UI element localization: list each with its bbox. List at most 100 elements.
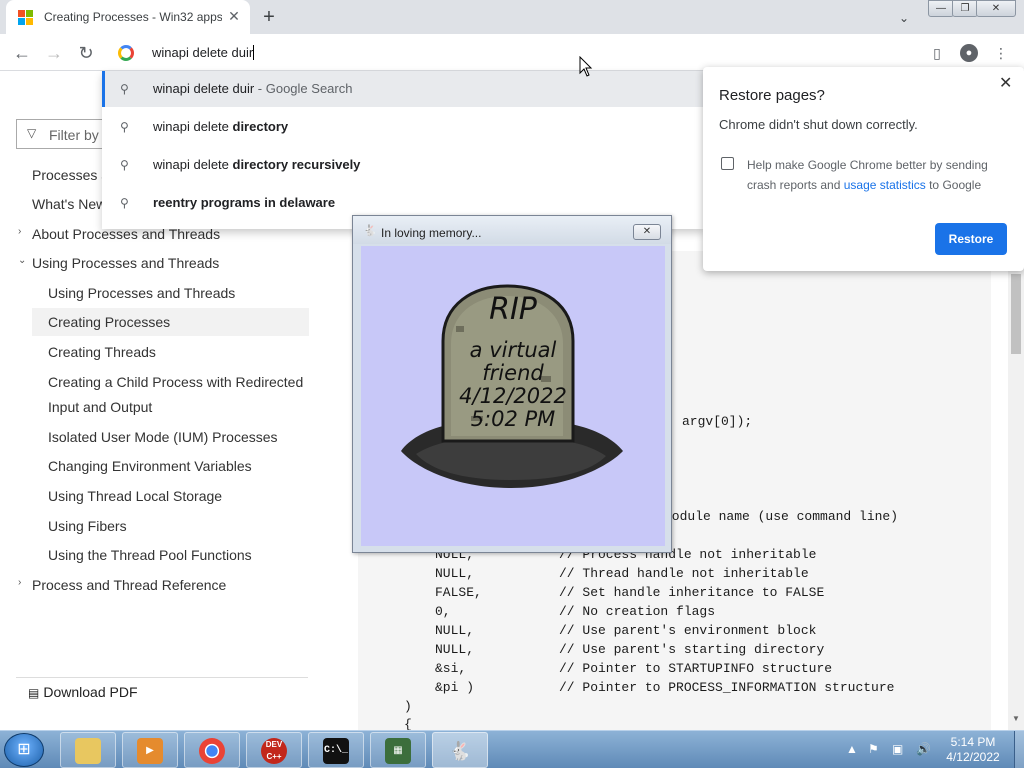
tombstone-date: 4/12/2022 xyxy=(459,384,567,408)
show-desktop-button[interactable] xyxy=(1014,731,1024,768)
suggestion-item[interactable]: ⚲ winapi delete duir - Google Search xyxy=(102,71,704,107)
restore-window-button[interactable]: ❐ xyxy=(952,0,978,17)
address-bar[interactable]: winapi delete duir xyxy=(104,36,924,70)
address-input[interactable]: winapi delete duir xyxy=(152,45,255,60)
restore-button[interactable]: Restore xyxy=(935,223,1007,255)
window-title: In loving memory... xyxy=(381,226,482,240)
new-tab-button[interactable]: + xyxy=(258,6,280,28)
search-icon: ⚲ xyxy=(120,158,129,172)
code-comment: // No creation flags xyxy=(559,604,716,619)
nav-item[interactable]: Changing Environment Variables xyxy=(48,458,252,474)
nav-item[interactable]: Isolated User Mode (IUM) Processes xyxy=(48,429,278,445)
dialog-message: Chrome didn't shut down correctly. xyxy=(719,117,918,132)
omnibox-suggestions: ⚲ winapi delete duir - Google Search ⚲ w… xyxy=(102,71,704,229)
nav-item[interactable]: Creating Threads xyxy=(48,344,156,360)
dialog-title: Restore pages? xyxy=(719,87,825,104)
clock-time: 5:14 PM xyxy=(950,735,996,749)
start-button[interactable]: ⊞ xyxy=(4,733,44,767)
close-button[interactable]: ✕ xyxy=(633,224,661,240)
pdf-icon: ▤ xyxy=(28,686,40,700)
nav-item[interactable]: Processes a xyxy=(32,167,109,183)
memorial-window[interactable]: 🐇 In loving memory... ✕ RIP a virtual fr… xyxy=(352,215,672,553)
tombstone-time: 5:02 PM xyxy=(470,407,556,431)
minimize-button[interactable]: — xyxy=(928,0,954,17)
checkbox-label: Help make Google Chrome better by sendin… xyxy=(747,158,988,192)
taskbar-app-dev-cpp[interactable]: DEV C++ xyxy=(246,732,302,768)
nav-item-continued[interactable]: Input and Output xyxy=(48,399,152,415)
crash-report-checkbox[interactable] xyxy=(721,157,734,170)
reload-button[interactable]: ↻ xyxy=(74,41,98,65)
chrome-icon xyxy=(199,738,225,764)
tab-strip: Creating Processes - Win32 apps ✕ + ⌄ — … xyxy=(0,0,1024,34)
side-panel-icon[interactable]: ▯ xyxy=(926,42,948,64)
nav-item[interactable]: Using Processes and Threads xyxy=(48,285,235,301)
taskbar-app-chrome[interactable] xyxy=(184,732,240,768)
search-icon: ⚲ xyxy=(120,120,129,134)
usage-statistics-link[interactable]: usage statistics xyxy=(844,178,926,192)
google-icon xyxy=(118,45,134,61)
scroll-down-icon[interactable]: ▼ xyxy=(1012,714,1020,723)
nav-item-reference[interactable]: › Process and Thread Reference xyxy=(18,577,226,593)
profile-icon[interactable]: ● xyxy=(960,44,978,62)
code-comment: // Use parent's starting directory xyxy=(559,642,825,657)
back-button[interactable]: ← xyxy=(10,41,34,65)
taskbar-app-monitor[interactable]: ▦ xyxy=(370,732,426,768)
code-line: ) xyxy=(404,699,412,714)
tab-search-icon[interactable]: ⌄ xyxy=(894,8,914,28)
code-arg: NULL, xyxy=(435,623,475,638)
code-comment: module name (use command line) xyxy=(664,509,899,524)
devcpp-icon: DEV C++ xyxy=(261,738,287,764)
chevron-down-icon: ⌄ xyxy=(18,255,27,266)
search-icon: ⚲ xyxy=(120,82,129,96)
folder-icon xyxy=(75,738,101,764)
network-icon[interactable]: ▣ xyxy=(892,742,903,756)
nav-item[interactable]: Using the Thread Pool Functions xyxy=(48,547,252,563)
nav-item-active[interactable]: Creating Processes xyxy=(48,314,170,330)
forward-button[interactable]: → xyxy=(42,41,66,65)
show-hidden-icons-icon[interactable]: ▲ xyxy=(846,742,858,756)
nav-item[interactable]: What's New xyxy=(32,196,106,212)
clock[interactable]: 5:14 PM 4/12/2022 xyxy=(936,735,1010,765)
bunny-icon: 🐇 xyxy=(448,741,472,761)
code-arg: 0, xyxy=(435,604,451,619)
action-center-icon[interactable]: ⚑ xyxy=(868,742,879,756)
scrollbar-thumb[interactable] xyxy=(1011,274,1021,354)
tab-close-icon[interactable]: ✕ xyxy=(226,8,242,24)
code-arg: &pi ) xyxy=(435,680,475,695)
code-comment: // Pointer to STARTUPINFO structure xyxy=(559,661,833,676)
mouse-cursor-icon xyxy=(579,56,593,77)
bunny-icon: 🐇 xyxy=(363,225,377,237)
menu-icon[interactable]: ⋮ xyxy=(990,42,1012,64)
browser-toolbar: ← → ↻ winapi delete duir ▯ ● ⋮ xyxy=(0,34,1024,71)
nav-item[interactable]: Creating a Child Process with Redirected xyxy=(48,374,303,390)
taskbar-app-cmd[interactable]: C:\_ xyxy=(308,732,364,768)
taskbar: ⊞ ▶ DEV C++ C:\_ ▦ 🐇 ▲ ⚑ ▣ 🔊 5:14 PM 4/1… xyxy=(0,730,1024,768)
tab-title: Creating Processes - Win32 apps xyxy=(44,10,222,24)
nav-item[interactable]: Using Fibers xyxy=(48,518,127,534)
nav-item[interactable]: Using Thread Local Storage xyxy=(48,488,222,504)
nav-item-using[interactable]: ⌄ Using Processes and Threads xyxy=(18,255,219,271)
close-window-button[interactable]: ✕ xyxy=(976,0,1016,17)
filter-icon: ▽ xyxy=(27,126,37,140)
volume-icon[interactable]: 🔊 xyxy=(916,742,931,756)
close-icon[interactable]: ✕ xyxy=(999,73,1012,93)
chevron-right-icon: › xyxy=(18,226,22,237)
code-comment: // Set handle inheritance to FALSE xyxy=(559,585,825,600)
window-title-bar[interactable]: 🐇 In loving memory... ✕ xyxy=(353,216,671,244)
monitor-icon: ▦ xyxy=(385,738,411,764)
code-comment: // Pointer to PROCESS_INFORMATION struct… xyxy=(559,680,895,695)
taskbar-app-bunny[interactable]: 🐇 xyxy=(432,732,488,768)
suggestion-item[interactable]: ⚲ winapi delete directory recursively xyxy=(102,147,704,183)
restore-pages-dialog: ✕ Restore pages? Chrome didn't shut down… xyxy=(703,67,1024,271)
code-arg: NULL, xyxy=(435,642,475,657)
browser-tab[interactable]: Creating Processes - Win32 apps ✕ xyxy=(6,0,250,34)
code-arg: FALSE, xyxy=(435,585,482,600)
code-comment: // Thread handle not inheritable xyxy=(559,566,809,581)
code-arg: &si, xyxy=(435,661,467,676)
code-line: argv[0]); xyxy=(682,414,753,429)
suggestion-item[interactable]: ⚲ winapi delete directory xyxy=(102,109,704,145)
taskbar-app-explorer[interactable] xyxy=(60,732,116,768)
download-pdf-link[interactable]: ▤ Download PDF xyxy=(16,677,308,701)
taskbar-app-media-player[interactable]: ▶ xyxy=(122,732,178,768)
clock-date: 4/12/2022 xyxy=(946,750,1000,764)
